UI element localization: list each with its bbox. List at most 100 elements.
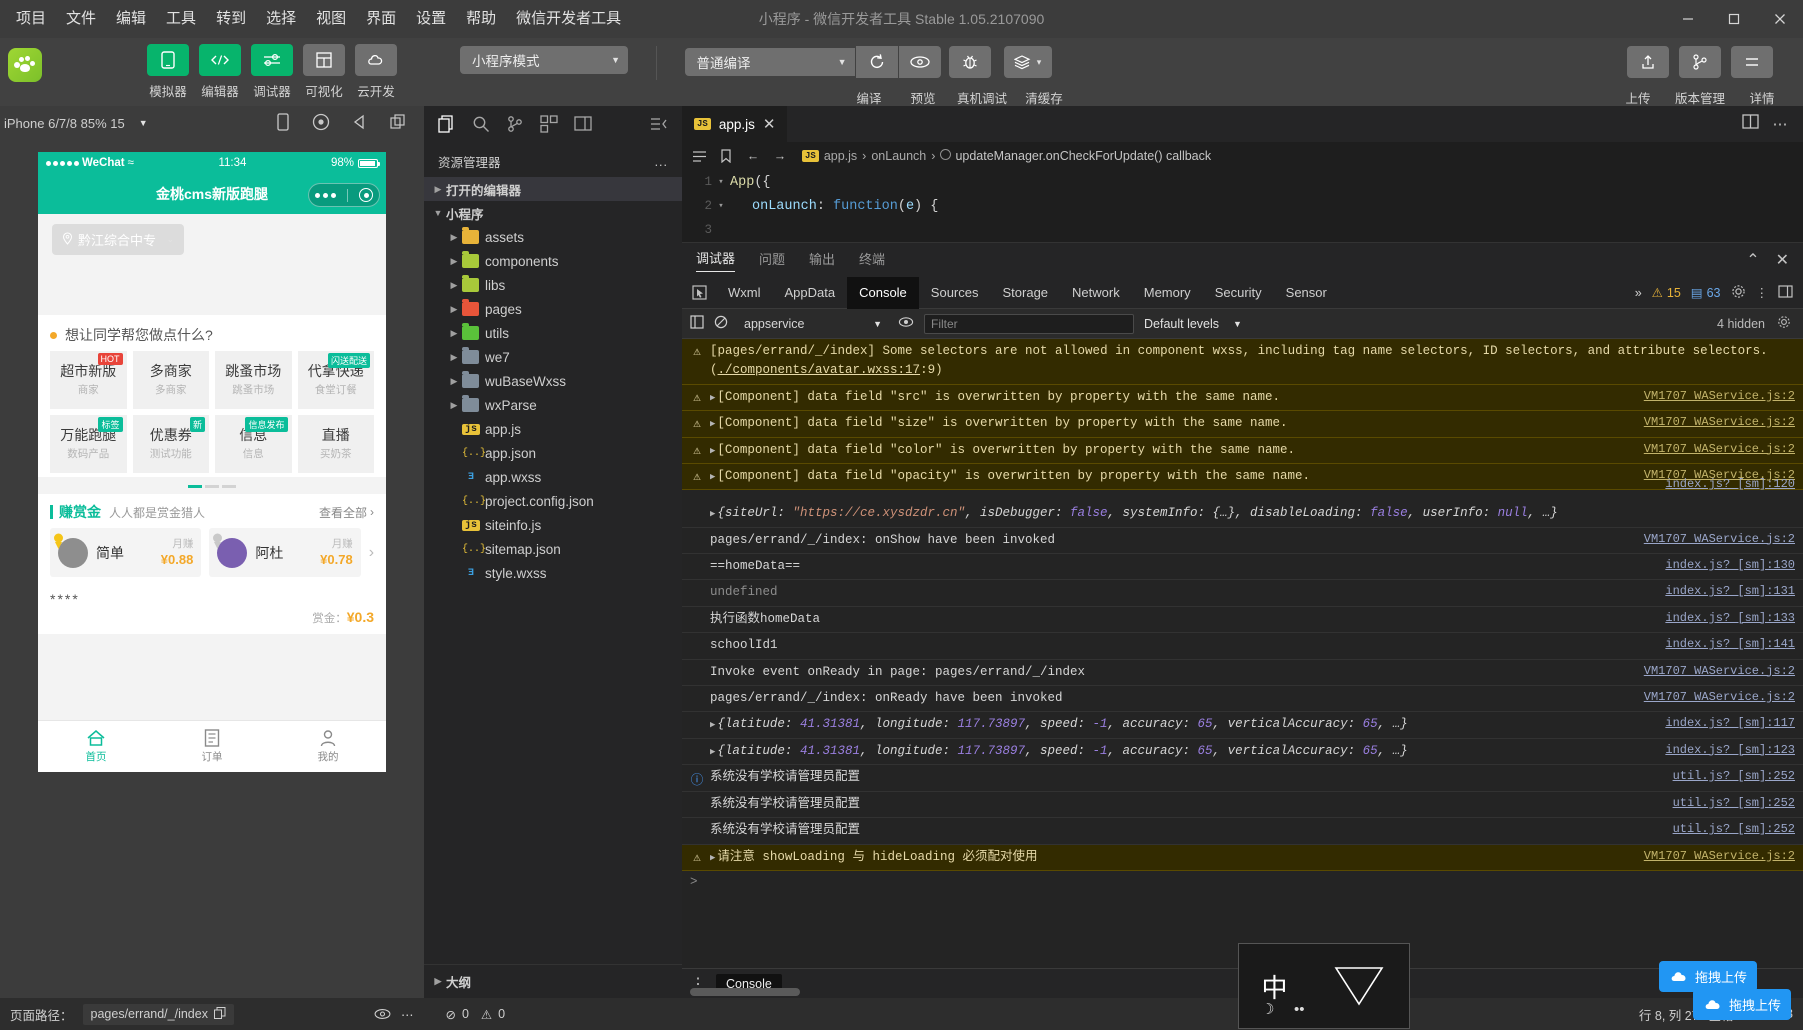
menu-item-goto[interactable]: 转到 xyxy=(206,7,256,32)
toggle-debugger[interactable]: 调试器 xyxy=(246,44,298,100)
console-source[interactable]: index.js? [sm]:117 xyxy=(1665,715,1795,730)
horizontal-scrollbar[interactable] xyxy=(690,988,800,996)
back-icon[interactable] xyxy=(352,114,368,133)
cloud-upload-button[interactable]: 拖拽上传 xyxy=(1658,961,1757,992)
outline-section[interactable]: ▶ 大纲 xyxy=(424,964,682,998)
split-editor-icon[interactable] xyxy=(1741,114,1759,134)
maximize-icon[interactable] xyxy=(1711,0,1757,38)
console-row[interactable]: ⚠ ▶ [Component] data field "color" is ove… xyxy=(682,437,1803,464)
grid-cell[interactable]: 闪送配送 代拿快递 食堂订餐 xyxy=(297,351,374,409)
eye-icon[interactable] xyxy=(898,46,941,78)
code-icon[interactable] xyxy=(199,44,241,76)
see-all-link[interactable]: 查看全部 › xyxy=(319,504,374,521)
fold-icon[interactable]: ▾ xyxy=(712,177,730,187)
editor-tab-app-js[interactable]: JS app.js ✕ xyxy=(682,106,788,142)
bounty-card[interactable]: 阿杜 月赚 ¥0.78 xyxy=(209,528,361,577)
tree-folder-wxparse[interactable]: ▶ wxParse xyxy=(424,393,682,417)
grid-cell[interactable]: HOT 超市新版 商家 xyxy=(50,351,127,409)
console-row[interactable]: pages/errand/_/index: onReady have been … xyxy=(682,686,1803,713)
tree-folder-assets[interactable]: ▶ assets xyxy=(424,225,682,249)
debug-icon[interactable] xyxy=(251,44,293,76)
console-source[interactable]: util.js? [sm]:252 xyxy=(1673,821,1795,836)
grid-cell[interactable]: 新 优惠券 测试功能 xyxy=(132,415,209,473)
toggle-editor[interactable]: 编辑器 xyxy=(194,44,246,100)
tabbar-item-order[interactable]: 订单 xyxy=(154,721,270,772)
console-row[interactable]: ⚠ ▶ [Component] data field "size" is over… xyxy=(682,411,1803,438)
devtools-tab-network[interactable]: Network xyxy=(1060,277,1132,309)
preview-icon[interactable] xyxy=(374,1008,391,1020)
debug-console-icon[interactable] xyxy=(566,108,600,140)
back-arrow-icon[interactable]: ← xyxy=(742,149,764,163)
menu-item-view[interactable]: 视图 xyxy=(306,7,356,32)
mode-select[interactable]: 小程序模式 ▼ xyxy=(460,46,628,74)
ime-widget[interactable]: 中 ☽ •• xyxy=(1238,943,1410,1029)
grid-cell[interactable]: 多商家 多商家 xyxy=(132,351,209,409)
panel-tab-terminal[interactable]: 终端 xyxy=(859,249,885,272)
toggle-cloud[interactable]: 云开发 xyxy=(350,44,402,100)
tree-file-style-wxss[interactable]: Ǝ style.wxss xyxy=(424,561,682,585)
devtools-tab-console[interactable]: Console xyxy=(847,276,919,309)
tree-folder-components[interactable]: ▶ components xyxy=(424,249,682,273)
console-source[interactable]: VM1707 WAService.js:2 xyxy=(1644,414,1795,429)
extensions-icon[interactable] xyxy=(532,108,566,140)
toggle-simulator[interactable]: 模拟器 xyxy=(142,44,194,100)
copy-icon[interactable] xyxy=(213,1006,226,1022)
panel-tab-output[interactable]: 输出 xyxy=(809,249,835,272)
bug-icon[interactable] xyxy=(948,46,991,78)
inspect-icon[interactable] xyxy=(682,285,716,300)
info-count[interactable]: ▤ 63 xyxy=(1691,285,1721,301)
console-row[interactable]: ==homeData== index.js? [sm]:130 xyxy=(682,554,1803,581)
console-row[interactable]: ▶ {siteUrl: "https://ce.xysdzdr.cn", isDe… xyxy=(682,477,1803,528)
close-icon[interactable]: ✕ xyxy=(1776,250,1789,270)
device-select[interactable]: iPhone 6/7/8 85% 15 ▼ xyxy=(4,116,148,131)
console-source[interactable]: VM1707 WAService.js:2 xyxy=(1644,848,1795,863)
forward-arrow-icon[interactable]: → xyxy=(769,149,791,163)
cloud-icon[interactable] xyxy=(355,44,397,76)
breadcrumb-symbol-1[interactable]: onLaunch xyxy=(871,149,926,163)
menu-item-edit[interactable]: 编辑 xyxy=(106,7,156,32)
carousel-pager[interactable] xyxy=(38,477,386,494)
drag-upload-button[interactable]: 拖拽上传 xyxy=(1692,989,1791,1020)
tabbar-item-home[interactable]: 首页 xyxy=(38,721,154,772)
console-row[interactable]: ▶ {latitude: 41.31381, longitude: 117.738… xyxy=(682,739,1803,765)
more-icon[interactable]: ⋯ xyxy=(401,1007,414,1022)
fold-icon[interactable]: ▾ xyxy=(712,201,730,211)
tree-file-app-json[interactable]: {..} app.json xyxy=(424,441,682,465)
devtools-tab-sensor[interactable]: Sensor xyxy=(1274,277,1339,309)
tree-file-siteinfo-js[interactable]: js siteinfo.js xyxy=(424,513,682,537)
filter-input[interactable]: Filter xyxy=(924,313,1134,334)
console-source[interactable]: util.js? [sm]:252 xyxy=(1673,795,1795,810)
console-source[interactable]: index.js? [sm]:120 xyxy=(1665,476,1795,491)
tree-folder-pages[interactable]: ▶ pages xyxy=(424,297,682,321)
overflow-icon[interactable]: » xyxy=(1635,286,1642,300)
minimize-icon[interactable] xyxy=(1665,0,1711,38)
console-source[interactable]: index.js? [sm]:141 xyxy=(1665,636,1795,651)
console-row[interactable]: ⚠ ▶ 请注意 showLoading 与 hideLoading 必须配对使用 … xyxy=(682,844,1803,872)
source-control-icon[interactable] xyxy=(498,108,532,140)
compile-mode-select[interactable]: 普通编译 ▼ xyxy=(684,48,855,76)
menu-item-project[interactable]: 项目 xyxy=(6,7,56,32)
bookmark-icon[interactable] xyxy=(715,149,737,163)
grid-cell[interactable]: 跳蚤市场 跳蚤市场 xyxy=(215,351,292,409)
console-row[interactable]: ⓘ 系统没有学校请管理员配置 util.js? [sm]:252 xyxy=(682,765,1803,792)
panel-tab-debugger[interactable]: 调试器 xyxy=(696,248,736,272)
devtools-tab-wxml[interactable]: Wxml xyxy=(716,277,773,309)
tree-file-project-config[interactable]: {..} project.config.json xyxy=(424,489,682,513)
close-icon[interactable]: ✕ xyxy=(763,115,776,133)
devtools-tab-appdata[interactable]: AppData xyxy=(773,277,848,309)
menu-item-interface[interactable]: 界面 xyxy=(356,7,406,32)
console-source[interactable]: index.js? [sm]:123 xyxy=(1665,742,1795,757)
breadcrumb-symbol-2[interactable]: updateManager.onCheckForUpdate() callbac… xyxy=(940,149,1211,163)
grid-cell[interactable]: 标签 万能跑腿 数码产品 xyxy=(50,415,127,473)
tree-file-sitemap-json[interactable]: {..} sitemap.json xyxy=(424,537,682,561)
log-level-select[interactable]: Default levels ▼ xyxy=(1144,317,1242,331)
console-source[interactable]: index.js? [sm]:131 xyxy=(1665,583,1795,598)
console-sidebar-icon[interactable] xyxy=(690,315,704,332)
tree-folder-wubasewxss[interactable]: ▶ wuBaseWxss xyxy=(424,369,682,393)
console-row[interactable]: pages/errand/_/index: onShow have been i… xyxy=(682,528,1803,554)
menu-item-tools[interactable]: 工具 xyxy=(156,7,206,32)
home-circle-icon[interactable] xyxy=(312,113,330,134)
git-branch-icon[interactable] xyxy=(1679,46,1721,78)
console-source[interactable]: VM1707 WAService.js:2 xyxy=(1644,531,1795,546)
menu-icon[interactable] xyxy=(1731,46,1773,78)
